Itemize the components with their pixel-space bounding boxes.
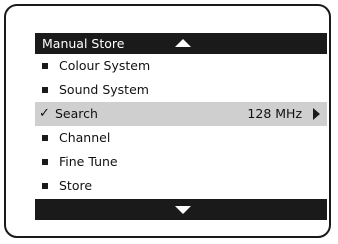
square-bullet-icon [42,183,48,189]
square-bullet-icon [42,159,48,165]
menu-item-label: Fine Tune [59,154,118,169]
menu-item-search[interactable]: ✓ Search 128 MHz [35,102,327,126]
menu-item-label: Channel [59,130,111,145]
menu-header: Manual Store [35,33,327,54]
scroll-up-icon[interactable] [175,39,191,47]
square-bullet-icon [42,87,48,93]
menu-title: Manual Store [42,36,125,51]
menu-item-fine-tune[interactable]: Fine Tune [35,150,327,174]
menu-item-label: Store [59,178,93,193]
menu-item-store[interactable]: Store [35,174,327,198]
menu-item-label: Colour System [59,58,151,73]
search-frequency-value: 128 MHz [247,106,302,121]
manual-store-menu: Manual Store Colour System Sound System … [35,33,327,220]
square-bullet-icon [42,135,48,141]
menu-item-colour-system[interactable]: Colour System [35,54,327,78]
square-bullet-icon [42,63,48,69]
scroll-down-icon[interactable] [175,206,191,214]
tv-osd-frame: Manual Store Colour System Sound System … [4,4,331,238]
menu-item-label: Sound System [59,82,149,97]
menu-item-sound-system[interactable]: Sound System [35,78,327,102]
submenu-arrow-icon[interactable] [313,108,320,120]
menu-item-label: Search [55,106,98,121]
checkmark-icon: ✓ [39,106,50,121]
menu-item-channel[interactable]: Channel [35,126,327,150]
menu-footer [35,199,327,220]
